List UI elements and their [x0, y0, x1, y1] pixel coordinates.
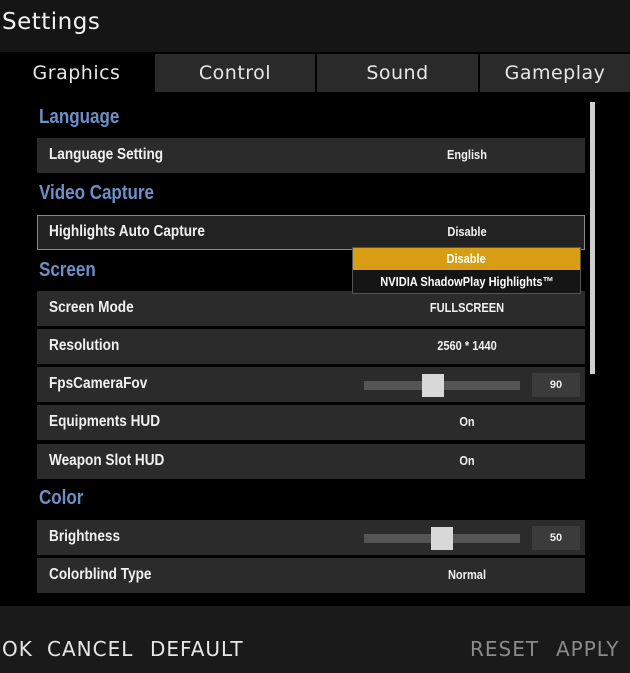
- screen-mode-label: Screen Mode: [49, 299, 134, 316]
- fov-value-box[interactable]: 90: [532, 373, 580, 397]
- section-screen: Screen: [39, 259, 96, 281]
- weapon-slot-hud-value[interactable]: On: [382, 453, 552, 468]
- fov-slider-thumb[interactable]: [422, 374, 444, 397]
- window-title: Settings: [2, 9, 101, 35]
- title-bar: Settings: [0, 0, 630, 52]
- brightness-slider-track[interactable]: [364, 527, 520, 550]
- dropdown-option-shadowplay-label: NVIDIA ShadowPlay Highlights™: [379, 274, 554, 289]
- row-fps-camera-fov: FpsCameraFov 90: [37, 367, 585, 402]
- brightness-label: Brightness: [49, 528, 121, 545]
- row-equipments-hud[interactable]: Equipments HUD On: [37, 405, 585, 440]
- equipments-hud-value[interactable]: On: [382, 414, 552, 429]
- resolution-value[interactable]: 2560 * 1440: [382, 338, 552, 353]
- colorblind-type-label: Colorblind Type: [49, 566, 152, 583]
- apply-button[interactable]: APPLY: [556, 637, 620, 661]
- weapon-slot-hud-label: Weapon Slot HUD: [49, 452, 165, 469]
- tab-sound[interactable]: Sound: [317, 54, 478, 92]
- screen-mode-value[interactable]: FULLSCREEN: [382, 300, 552, 315]
- footer-bar: OK CANCEL DEFAULT RESET APPLY: [0, 606, 630, 673]
- section-video-capture: Video Capture: [39, 182, 154, 204]
- tab-gameplay[interactable]: Gameplay: [480, 54, 630, 92]
- resolution-label: Resolution: [49, 337, 120, 354]
- scrollbar[interactable]: [590, 102, 595, 374]
- row-screen-mode[interactable]: Screen Mode FULLSCREEN: [37, 291, 585, 326]
- dropdown-option-shadowplay[interactable]: NVIDIA ShadowPlay Highlights™: [353, 271, 580, 293]
- row-highlights-auto-capture[interactable]: Highlights Auto Capture Disable: [37, 215, 585, 250]
- fov-slider-track[interactable]: [364, 374, 520, 397]
- row-brightness: Brightness 50: [37, 520, 585, 555]
- dropdown-option-disable-label: Disable: [446, 251, 487, 266]
- default-button[interactable]: DEFAULT: [150, 637, 244, 661]
- row-colorblind-type[interactable]: Colorblind Type Normal: [37, 558, 585, 593]
- highlights-auto-capture-label: Highlights Auto Capture: [49, 223, 205, 240]
- row-weapon-slot-hud[interactable]: Weapon Slot HUD On: [37, 444, 585, 479]
- reset-button[interactable]: RESET: [470, 637, 539, 661]
- equipments-hud-label: Equipments HUD: [49, 413, 161, 430]
- row-resolution[interactable]: Resolution 2560 * 1440: [37, 329, 585, 364]
- brightness-slider-thumb[interactable]: [431, 527, 453, 550]
- settings-panel: Language Language Setting English Video …: [0, 92, 630, 606]
- language-setting-value[interactable]: English: [382, 147, 552, 162]
- colorblind-type-value[interactable]: Normal: [382, 567, 552, 582]
- language-setting-label: Language Setting: [49, 146, 164, 163]
- tab-graphics-active[interactable]: Graphics: [0, 54, 153, 92]
- section-language: Language: [39, 106, 120, 128]
- section-color: Color: [39, 487, 84, 509]
- tab-control[interactable]: Control: [155, 54, 315, 92]
- cancel-button[interactable]: CANCEL: [47, 637, 133, 661]
- fps-camera-fov-label: FpsCameraFov: [49, 375, 148, 392]
- highlights-dropdown: Disable NVIDIA ShadowPlay Highlights™: [352, 247, 581, 294]
- ok-button[interactable]: OK: [2, 637, 33, 661]
- brightness-value-box[interactable]: 50: [532, 526, 580, 550]
- dropdown-option-disable[interactable]: Disable: [353, 248, 580, 270]
- row-language-setting[interactable]: Language Setting English: [37, 138, 585, 173]
- highlights-auto-capture-value[interactable]: Disable: [382, 224, 552, 239]
